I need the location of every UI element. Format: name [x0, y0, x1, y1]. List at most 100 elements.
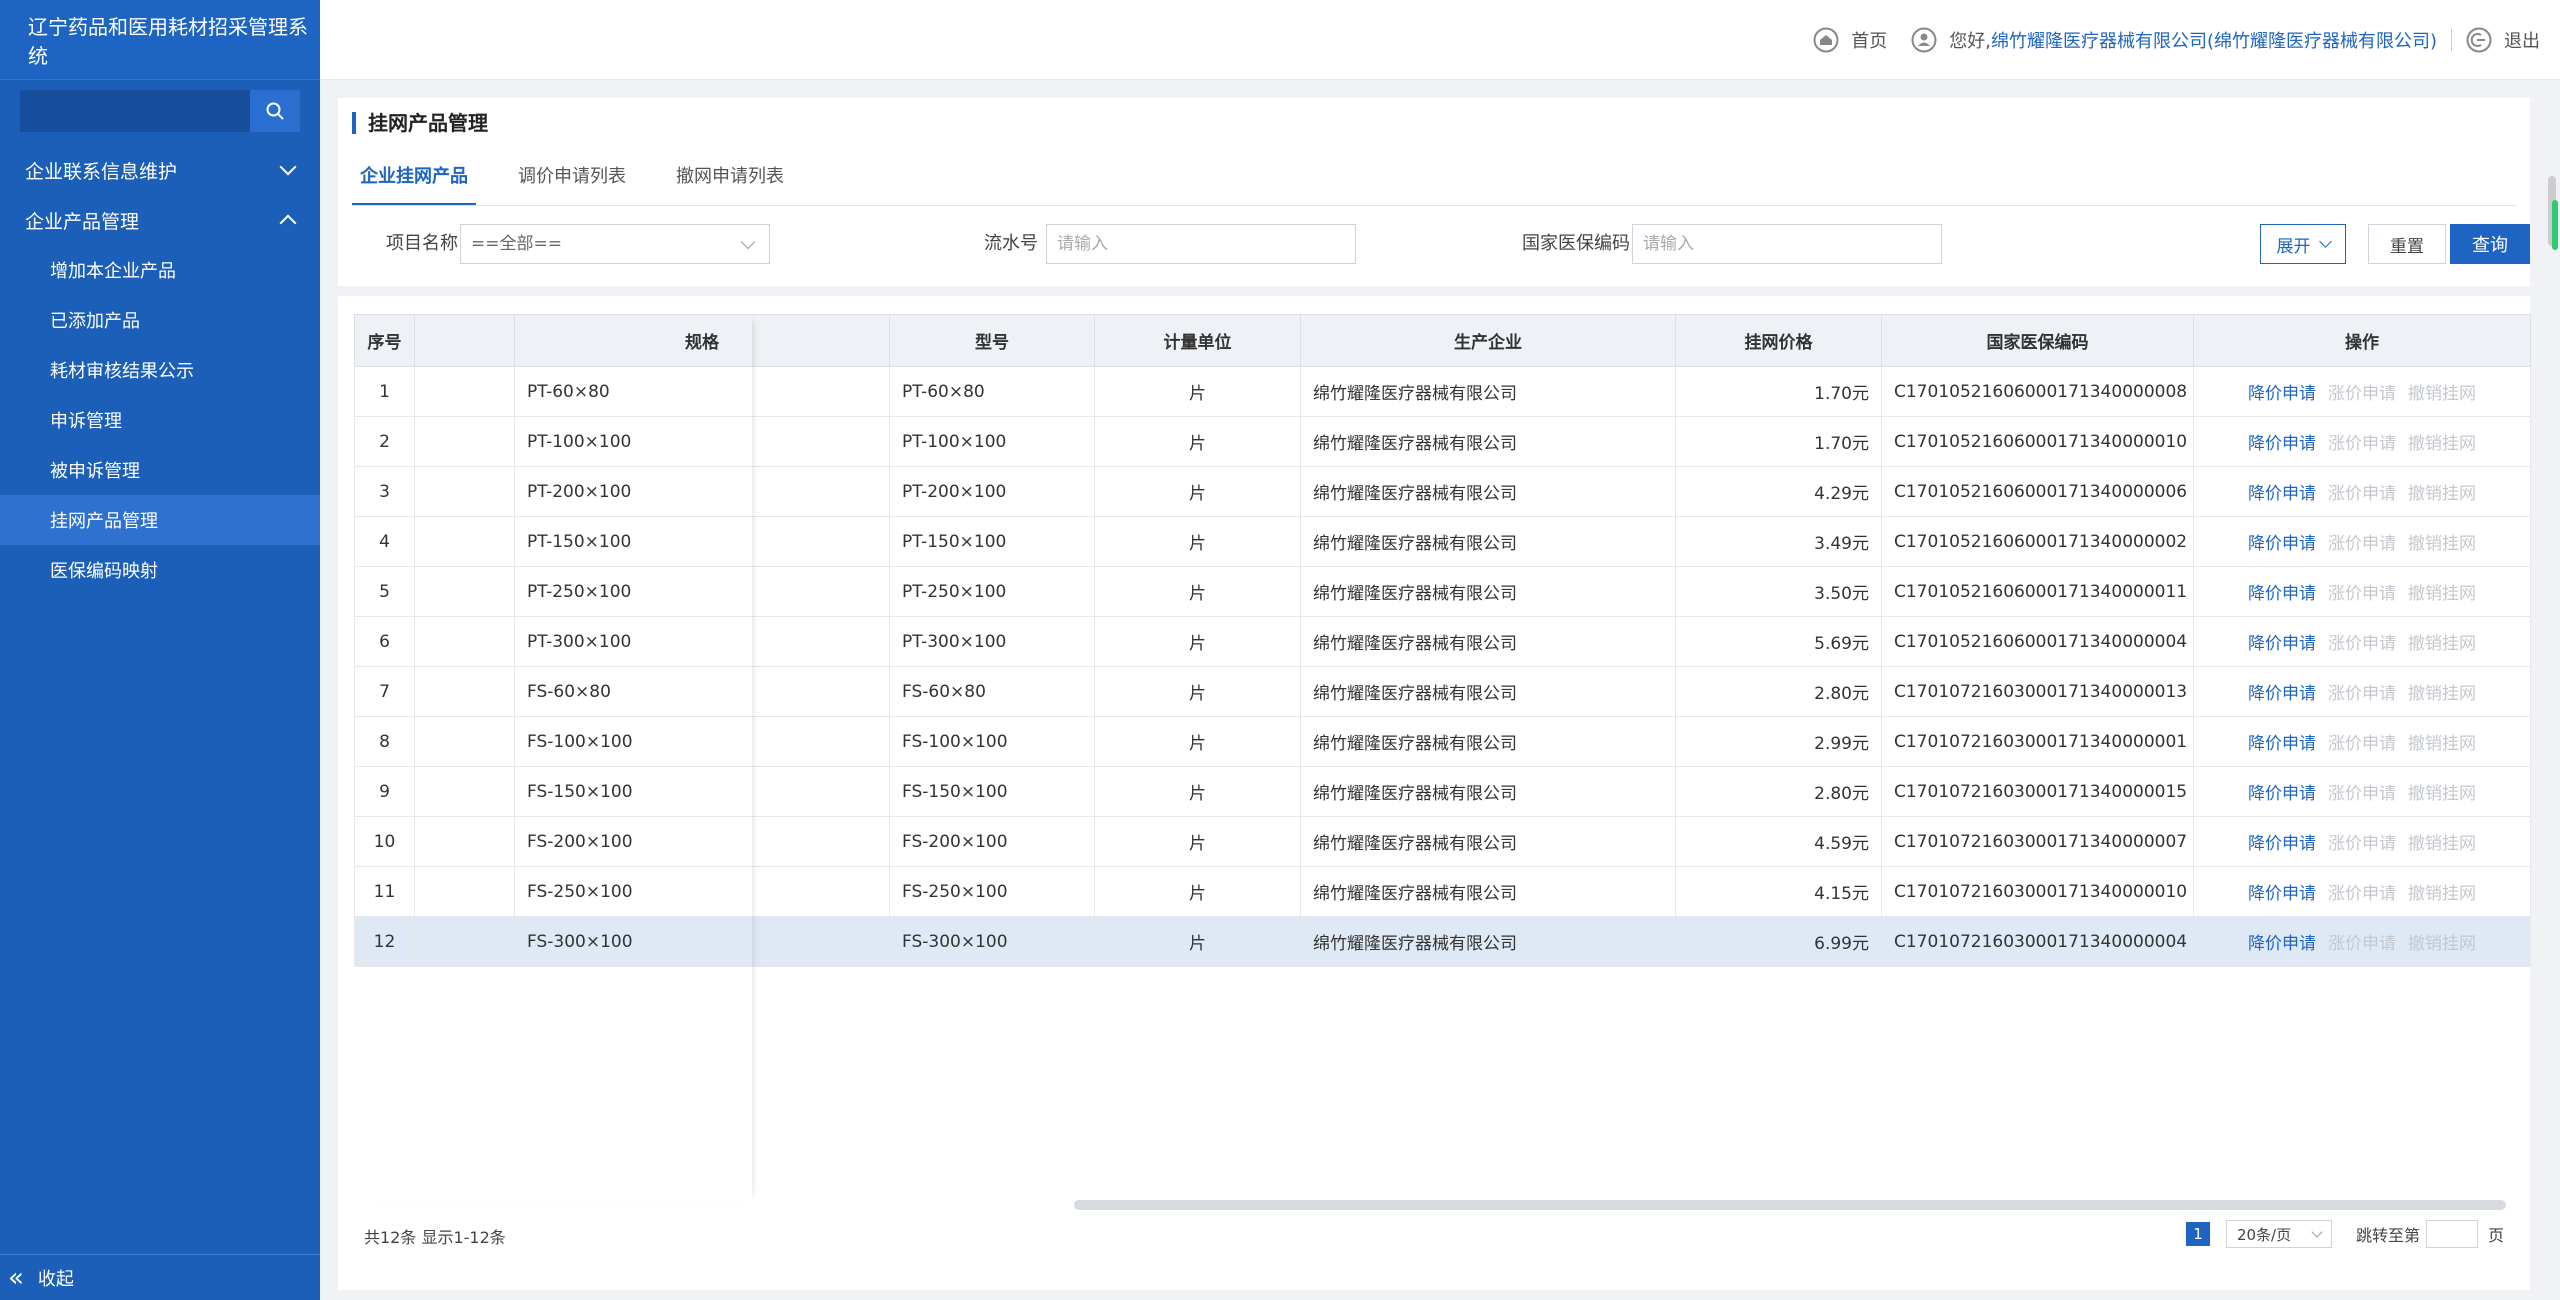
user-info: 您好, 绵竹耀隆医疗器械有限公司(绵竹耀隆医疗器械有限公司)	[1911, 27, 2437, 53]
table-summary: 共12条 显示1-12条	[364, 1228, 506, 1247]
cell-ops: 降价申请 涨价申请 撤销挂网	[2193, 516, 2531, 567]
sidebar-item-audit-results[interactable]: 耗材审核结果公示	[0, 345, 320, 395]
home-icon	[1813, 27, 1839, 52]
sidebar-item-add-product[interactable]: 增加本企业产品	[0, 245, 320, 295]
cell-model: FS-150×100	[889, 766, 1095, 817]
cell-ops: 降价申请 涨价申请 撤销挂网	[2193, 716, 2531, 767]
logout-icon	[2466, 27, 2492, 52]
lower-price-link[interactable]: 降价申请	[2248, 734, 2316, 754]
home-label: 首页	[1851, 30, 1888, 52]
table-row: 8 FS-100×100 FS-100×100 片绵竹耀隆医疗器械有限公司 2.99元 C…	[354, 716, 2531, 767]
withdraw-link: 撤销挂网	[2408, 734, 2476, 754]
lower-price-link[interactable]: 降价申请	[2248, 484, 2316, 504]
reset-button[interactable]: 重置	[2368, 224, 2446, 264]
page-button-current[interactable]: 1	[2185, 1222, 2210, 1246]
sidebar-search	[20, 90, 300, 132]
cell-code: C17010721603000171340000010	[1881, 866, 2194, 917]
top-header: 首页 您好, 绵竹耀隆医疗器械有限公司(绵竹耀隆医疗器械有限公司) 退出	[320, 0, 2560, 80]
chevron-up-icon	[279, 214, 297, 232]
jump-input[interactable]	[2425, 1220, 2478, 1248]
chevron-down-icon	[740, 234, 756, 250]
sidebar-item-appealed[interactable]: 被申诉管理	[0, 445, 320, 495]
table-row: 11 FS-250×100 FS-250×100 片绵竹耀隆医疗器械有限公司 4.15元…	[354, 866, 2531, 917]
collapse-label: 收起	[37, 1268, 74, 1290]
cell-spec: FS-150×100	[514, 766, 890, 817]
sidebar-item-appeals[interactable]: 申诉管理	[0, 395, 320, 445]
table-row: 10 FS-200×100 FS-200×100 片绵竹耀隆医疗器械有限公司 4.59元…	[354, 816, 2531, 867]
withdraw-link: 撤销挂网	[2408, 784, 2476, 804]
chevron-down-icon	[2311, 1226, 2323, 1238]
cell-maker: 绵竹耀隆医疗器械有限公司	[1300, 916, 1676, 967]
vertical-scrollbar-thumb[interactable]	[2552, 200, 2558, 250]
user-name-link[interactable]: 绵竹耀隆医疗器械有限公司(绵竹耀隆医疗器械有限公司)	[1991, 27, 2437, 53]
cell-blank	[414, 916, 515, 967]
lower-price-link[interactable]: 降价申请	[2248, 534, 2316, 554]
cell-unit: 片	[1094, 816, 1301, 867]
withdraw-link: 撤销挂网	[2408, 484, 2476, 504]
cell-blank	[414, 766, 515, 817]
menu-group-product[interactable]: 企业产品管理	[0, 195, 320, 245]
page-size-select[interactable]: 20条/页	[2225, 1220, 2332, 1248]
lower-price-link[interactable]: 降价申请	[2248, 834, 2316, 854]
cell-model: FS-200×100	[889, 816, 1095, 867]
horizontal-scrollbar[interactable]	[1074, 1200, 2506, 1210]
cell-unit: 片	[1094, 866, 1301, 917]
tab-listed-products[interactable]: 企业挂网产品	[352, 148, 476, 206]
code-label: 国家医保编码	[1522, 233, 1630, 254]
project-select[interactable]: ==全部==	[460, 224, 770, 264]
cell-spec: FS-300×100	[514, 916, 890, 967]
cell-ops: 降价申请 涨价申请 撤销挂网	[2193, 666, 2531, 717]
raise-price-link: 涨价申请	[2328, 734, 2396, 754]
serial-label: 流水号	[984, 233, 1038, 254]
lower-price-link[interactable]: 降价申请	[2248, 934, 2316, 954]
raise-price-link: 涨价申请	[2328, 784, 2396, 804]
cell-ops: 降价申请 涨价申请 撤销挂网	[2193, 866, 2531, 917]
lower-price-link[interactable]: 降价申请	[2248, 584, 2316, 604]
col-header-spec: 规格	[514, 314, 890, 367]
logout-link[interactable]: 退出	[2466, 27, 2540, 53]
lower-price-link[interactable]: 降价申请	[2248, 784, 2316, 804]
page-suffix: 页	[2487, 1226, 2504, 1245]
cell-unit: 片	[1094, 766, 1301, 817]
home-link[interactable]: 首页	[1813, 27, 1887, 53]
collapse-button[interactable]: « 收起	[0, 1254, 320, 1300]
lower-price-link[interactable]: 降价申请	[2248, 384, 2316, 404]
cell-blank	[414, 866, 515, 917]
sidebar-search-button[interactable]	[250, 90, 300, 132]
cell-blank	[414, 816, 515, 867]
cell-spec: PT-250×100	[514, 566, 890, 617]
cell-ops: 降价申请 涨价申请 撤销挂网	[2193, 366, 2531, 417]
cell-model: PT-150×100	[889, 516, 1095, 567]
cell-code: C17010721603000171340000007	[1881, 816, 2194, 867]
cell-no: 6	[354, 616, 415, 667]
cell-no: 2	[354, 416, 415, 467]
table-row: 2 PT-100×100 PT-100×100 片绵竹耀隆医疗器械有限公司 1.70元 C…	[354, 416, 2531, 467]
lower-price-link[interactable]: 降价申请	[2248, 684, 2316, 704]
menu-group-contact[interactable]: 企业联系信息维护	[0, 145, 320, 195]
code-input[interactable]	[1632, 224, 1942, 264]
cell-blank	[414, 616, 515, 667]
filter-row: 项目名称 ==全部== 流水号 国家医保编码 展开 重置 查询	[338, 224, 2530, 264]
cell-code: C17010721603000171340000015	[1881, 766, 2194, 817]
sidebar-item-code-mapping[interactable]: 医保编码映射	[0, 545, 320, 595]
table-row: 1 PT-60×80 PT-60×80 片绵竹耀隆医疗器械有限公司 1.70元 C1701…	[354, 366, 2531, 417]
sidebar-item-listed-products[interactable]: 挂网产品管理	[0, 495, 320, 545]
serial-input[interactable]	[1046, 224, 1356, 264]
cell-maker: 绵竹耀隆医疗器械有限公司	[1300, 766, 1676, 817]
cell-maker: 绵竹耀隆医疗器械有限公司	[1300, 516, 1676, 567]
lower-price-link[interactable]: 降价申请	[2248, 884, 2316, 904]
withdraw-link: 撤销挂网	[2408, 434, 2476, 454]
sidebar-search-input[interactable]	[20, 90, 250, 132]
query-button[interactable]: 查询	[2450, 224, 2530, 264]
cell-code: C17010521606000171340000010	[1881, 416, 2194, 467]
cell-unit: 片	[1094, 666, 1301, 717]
cell-spec: FS-250×100	[514, 866, 890, 917]
sidebar-item-added-products[interactable]: 已添加产品	[0, 295, 320, 345]
expand-button[interactable]: 展开	[2260, 224, 2346, 264]
tab-withdraw[interactable]: 撤网申请列表	[668, 148, 792, 206]
col-header-blank	[414, 314, 515, 367]
lower-price-link[interactable]: 降价申请	[2248, 434, 2316, 454]
tab-price-adjust[interactable]: 调价申请列表	[510, 148, 634, 206]
lower-price-link[interactable]: 降价申请	[2248, 634, 2316, 654]
user-icon	[1911, 27, 1937, 52]
